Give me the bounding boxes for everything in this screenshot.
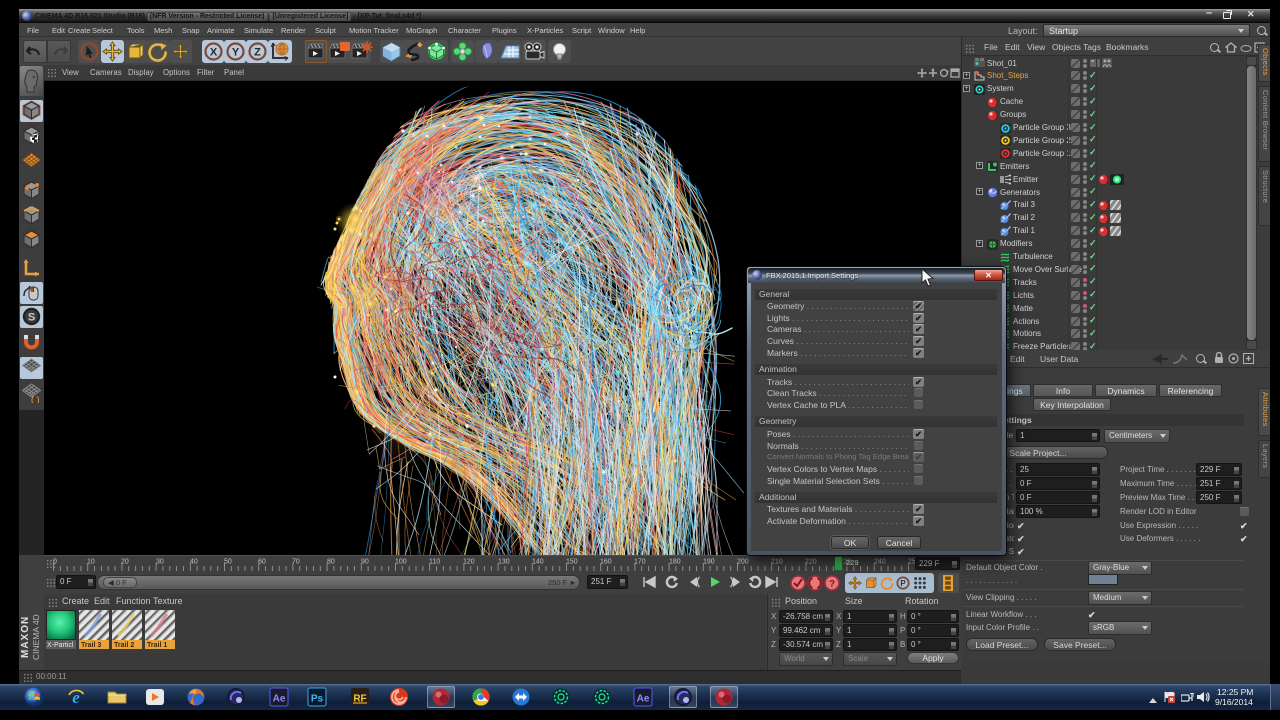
svg-text:80: 80: [327, 559, 335, 566]
svg-text:140: 140: [532, 559, 544, 566]
svg-text:Ps: Ps: [311, 694, 324, 705]
svg-text:60: 60: [258, 559, 266, 566]
svg-text:100: 100: [395, 559, 407, 566]
svg-text:130: 130: [498, 559, 510, 566]
svg-text:190: 190: [703, 559, 715, 566]
svg-text:Ae: Ae: [273, 694, 286, 705]
svg-text:P: P: [900, 579, 905, 588]
svg-text:70: 70: [292, 559, 300, 566]
svg-text:180: 180: [669, 559, 681, 566]
svg-text:120: 120: [463, 559, 475, 566]
svg-text:Y: Y: [232, 47, 240, 59]
svg-text:220: 220: [805, 559, 817, 566]
svg-text:210: 210: [771, 559, 783, 566]
svg-text:50: 50: [224, 559, 232, 566]
svg-text:90: 90: [361, 559, 369, 566]
svg-text:160: 160: [600, 559, 612, 566]
svg-text:Z: Z: [254, 47, 261, 59]
svg-text:A: A: [35, 369, 42, 378]
svg-text:?: ?: [829, 579, 835, 590]
svg-text:X: X: [210, 47, 218, 59]
svg-text:20: 20: [121, 559, 129, 566]
svg-text:( ): ( ): [31, 395, 40, 404]
svg-text:30: 30: [156, 559, 164, 566]
svg-text:240: 240: [874, 559, 886, 566]
svg-text:S: S: [28, 312, 35, 324]
svg-text:40: 40: [190, 559, 198, 566]
svg-text:Ae: Ae: [637, 694, 650, 705]
svg-text:110: 110: [429, 559, 440, 566]
svg-text:10: 10: [87, 559, 95, 566]
svg-text:170: 170: [634, 559, 646, 566]
svg-text:200: 200: [737, 559, 749, 566]
svg-text:150: 150: [566, 559, 578, 566]
